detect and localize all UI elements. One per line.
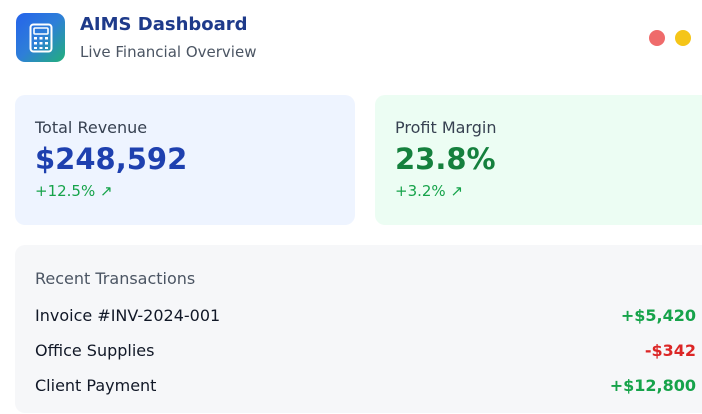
profit-margin-card: Profit Margin 23.8% +3.2% ↗ bbox=[375, 95, 702, 225]
app-title: AIMS Dashboard bbox=[80, 14, 248, 35]
profit-change: +3.2% ↗ bbox=[395, 182, 464, 200]
transactions-title: Recent Transactions bbox=[35, 269, 196, 288]
dashboard-app: AIMS Dashboard Live Financial Overview T… bbox=[0, 0, 702, 414]
app-header: AIMS Dashboard Live Financial Overview bbox=[16, 13, 256, 62]
transaction-name: Client Payment bbox=[35, 376, 157, 395]
transaction-amount: -$342 bbox=[644, 341, 696, 360]
transaction-amount: +$12,800 bbox=[609, 376, 696, 395]
calculator-icon bbox=[16, 13, 65, 62]
revenue-label: Total Revenue bbox=[35, 118, 148, 137]
transaction-name: Invoice #INV-2024-001 bbox=[35, 306, 221, 325]
profit-value: 23.8% bbox=[395, 142, 496, 176]
transaction-name: Office Supplies bbox=[35, 341, 155, 360]
transaction-row[interactable]: Office Supplies -$342 bbox=[35, 333, 696, 368]
transaction-row[interactable]: Invoice #INV-2024-001 +$5,420 bbox=[35, 298, 696, 333]
revenue-change: +12.5% ↗ bbox=[35, 182, 113, 200]
transactions-list: Invoice #INV-2024-001 +$5,420 Office Sup… bbox=[35, 298, 702, 403]
app-subtitle: Live Financial Overview bbox=[80, 43, 257, 61]
revenue-value: $248,592 bbox=[35, 142, 188, 176]
profit-label: Profit Margin bbox=[395, 118, 497, 137]
header-titles: AIMS Dashboard Live Financial Overview bbox=[80, 13, 256, 62]
window-controls bbox=[649, 30, 691, 46]
recent-transactions-panel: Recent Transactions Invoice #INV-2024-00… bbox=[15, 245, 702, 413]
transaction-amount: +$5,420 bbox=[620, 306, 696, 325]
total-revenue-card: Total Revenue $248,592 +12.5% ↗ bbox=[15, 95, 355, 225]
transaction-row[interactable]: Client Payment +$12,800 bbox=[35, 368, 696, 403]
close-window-dot[interactable] bbox=[649, 30, 665, 46]
minimize-window-dot[interactable] bbox=[675, 30, 691, 46]
